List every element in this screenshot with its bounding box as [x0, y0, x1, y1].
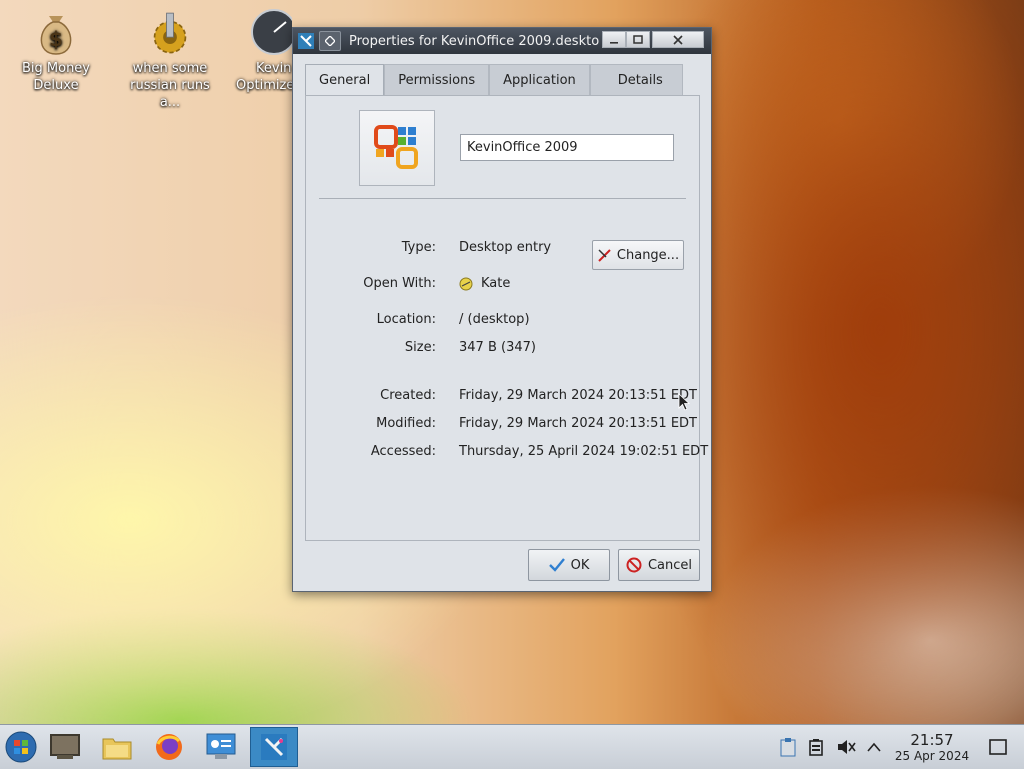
created-value: Friday, 29 March 2024 20:13:51 EDT — [459, 388, 697, 403]
kate-app-icon — [298, 33, 314, 49]
file-icon-button[interactable] — [359, 110, 435, 186]
location-label: Location: — [376, 312, 436, 327]
open-with-label: Open With: — [363, 276, 436, 291]
system-settings-icon[interactable] — [204, 730, 238, 764]
minimize-icon — [610, 41, 618, 44]
chevron-up-icon[interactable] — [864, 737, 884, 757]
volume-muted-icon[interactable] — [836, 737, 856, 757]
office-logo-icon — [374, 125, 418, 169]
close-icon — [673, 34, 683, 45]
desktop-icon-kevin-optimizer[interactable]: Kevin Optimizer — [232, 0, 292, 94]
close-button[interactable] — [652, 31, 704, 48]
desktop-icon-label: russian runs a... — [130, 78, 210, 110]
start-orb-icon[interactable] — [4, 730, 38, 764]
change-label: Change... — [616, 247, 680, 263]
clipboard-icon[interactable] — [778, 737, 798, 757]
separator — [319, 198, 686, 199]
location-value: / (desktop) — [459, 312, 530, 327]
ok-label: OK — [570, 557, 590, 573]
window-title: Properties for KevinOffice 2009.deskto..… — [349, 33, 599, 49]
firefox-icon[interactable] — [152, 730, 186, 764]
type-value: Desktop entry — [459, 240, 552, 255]
tab-general[interactable]: General — [305, 64, 385, 96]
file-name-input[interactable] — [460, 134, 674, 161]
keep-above-icon[interactable] — [319, 31, 341, 51]
terminal-icon[interactable] — [48, 730, 82, 764]
desktop-icon-label: Deluxe — [33, 78, 79, 93]
tab-details[interactable]: Details — [589, 64, 683, 95]
maximize-icon — [633, 35, 643, 44]
change-button[interactable]: Change... — [592, 240, 684, 270]
open-with-value: Kate — [459, 276, 510, 291]
maximize-button[interactable] — [626, 31, 650, 48]
cancel-label: Cancel — [647, 557, 693, 573]
cancel-button[interactable]: Cancel — [618, 549, 700, 581]
general-tab-panel: Type: Desktop entry Open With: Kate Chan… — [305, 95, 708, 541]
minimize-button[interactable] — [602, 31, 626, 48]
desktop-icon-label: when some — [132, 61, 208, 76]
gear-icon — [146, 8, 194, 56]
size-label: Size: — [404, 340, 436, 355]
desktop-icon-label: Kevin — [256, 61, 292, 76]
clock-date: 25 Apr 2024 — [894, 749, 970, 763]
battery-icon[interactable] — [806, 737, 826, 757]
mouse-cursor-icon — [678, 393, 690, 411]
created-label: Created: — [380, 388, 436, 403]
clock-time: 21:57 — [910, 731, 954, 749]
tab-permissions[interactable]: Permissions — [384, 64, 490, 95]
kate-icon — [459, 277, 473, 290]
desktop-icon-russian[interactable]: when some russian runs a... — [120, 0, 220, 111]
title-bar[interactable]: Properties for KevinOffice 2009.deskto..… — [293, 28, 711, 54]
tab-bar: General Permissions Application Details — [305, 64, 683, 96]
svg-text:$: $ — [49, 27, 63, 51]
cancel-icon — [626, 557, 642, 573]
folder-icon[interactable] — [100, 730, 134, 764]
modified-value: Friday, 29 March 2024 20:13:51 EDT — [459, 416, 697, 431]
type-label: Type: — [401, 240, 436, 255]
change-icon — [598, 248, 611, 262]
desktop-icon-label: Big Money — [21, 61, 90, 76]
desktop-icon-big-money[interactable]: $ Big Money Deluxe — [6, 0, 106, 94]
modified-label: Modified: — [376, 416, 436, 431]
money-bag-icon: $ — [32, 8, 80, 56]
clock[interactable]: 21:57 25 Apr 2024 — [890, 732, 974, 764]
size-value: 347 B (347) — [459, 340, 536, 355]
checkmark-icon — [548, 558, 565, 572]
taskbar: 21:57 25 Apr 2024 — [0, 724, 1024, 769]
gauge-icon — [250, 8, 292, 56]
desktop-icon-label: Optimizer — [236, 78, 292, 93]
open-with-app: Kate — [481, 276, 511, 291]
ok-button[interactable]: OK — [528, 549, 610, 581]
tab-application[interactable]: Application — [489, 64, 590, 95]
accessed-value: Thursday, 25 April 2024 19:02:51 EDT — [459, 444, 709, 459]
kate-icon[interactable] — [250, 727, 298, 767]
accessed-label: Accessed: — [370, 444, 436, 459]
properties-dialog: Properties for KevinOffice 2009.deskto..… — [292, 27, 712, 592]
show-desktop-icon[interactable] — [988, 737, 1008, 757]
